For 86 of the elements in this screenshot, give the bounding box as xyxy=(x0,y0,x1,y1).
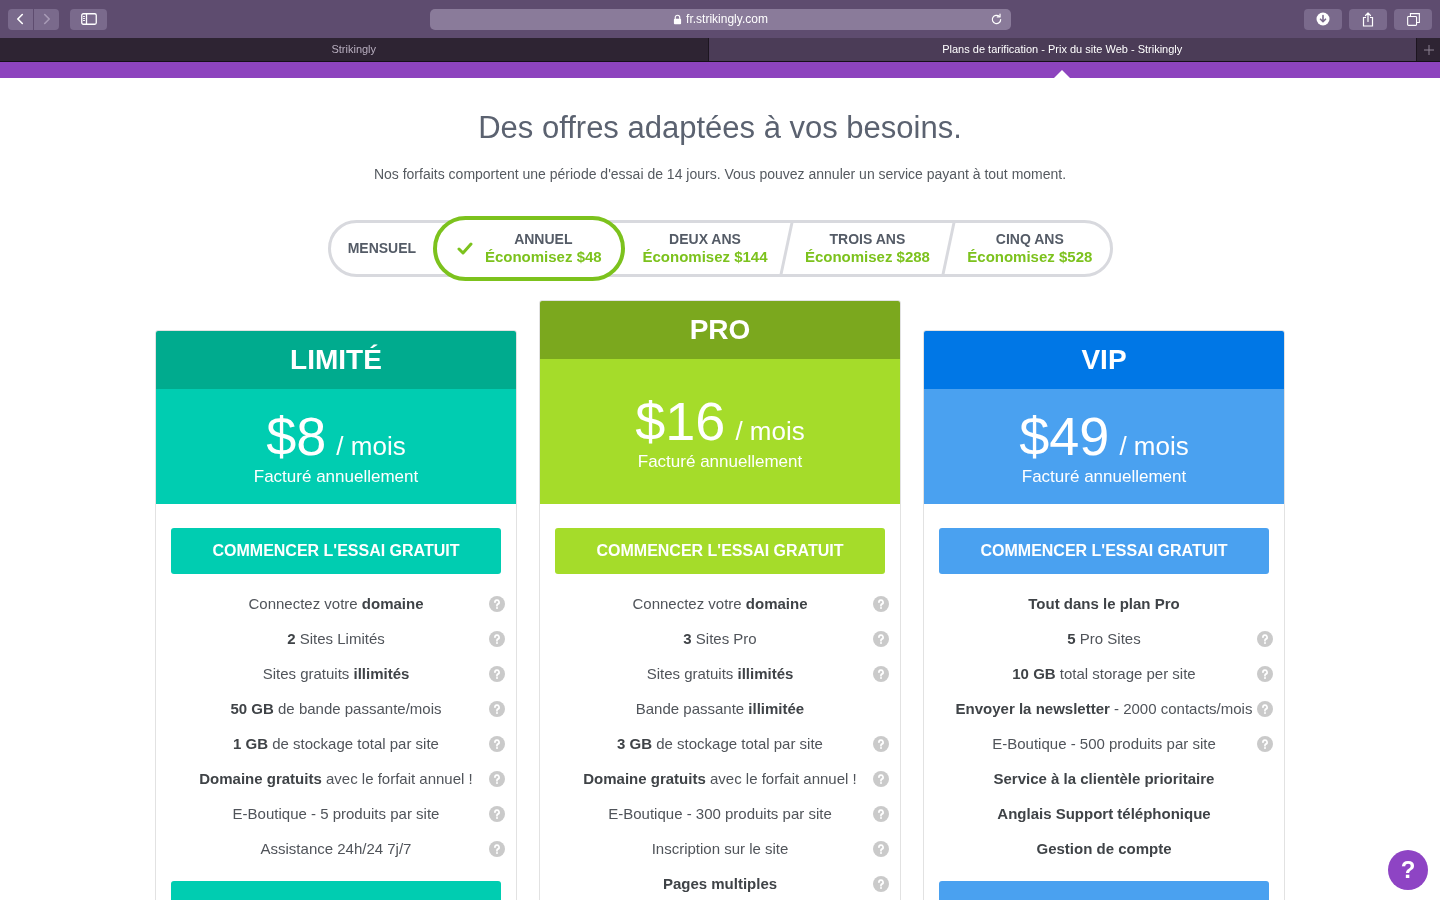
billing-period-tab[interactable]: MENSUEL xyxy=(330,223,434,274)
feature-text: Bande passante illimitée xyxy=(635,699,805,718)
billing-period-tab[interactable]: ANNUEL Économisez $48 xyxy=(433,216,626,281)
feature-text: E-Boutique - 300 produits par site xyxy=(608,804,832,823)
chevron-left-icon xyxy=(16,13,25,25)
help-icon[interactable] xyxy=(873,806,889,822)
help-icon[interactable] xyxy=(873,876,889,892)
forward-button[interactable] xyxy=(34,8,59,30)
help-icon[interactable] xyxy=(489,666,505,682)
address-bar[interactable]: fr.strikingly.com xyxy=(429,8,1011,30)
help-icon[interactable] xyxy=(873,771,889,787)
plan-title: PRO xyxy=(540,301,900,359)
help-icon[interactable] xyxy=(1257,736,1273,752)
price-unit: / mois xyxy=(336,430,406,461)
browser-tab[interactable]: Plans de tarification - Prix du site Web - Strikingly xyxy=(708,38,1416,61)
feature-text: Sites gratuits illimités xyxy=(646,664,794,683)
browser-tab[interactable]: Strikingly xyxy=(0,38,708,61)
page-subheading: Nos forfaits comportent une période d'essai de 14 jours. Vous pouvez annuler un service payant à tout moment. xyxy=(373,165,1067,184)
plan-title: VIP xyxy=(924,331,1284,389)
feature-text: Connectez votre domaine xyxy=(632,594,808,613)
check-icon xyxy=(456,242,473,255)
feature-text: 1 GB de stockage total par site xyxy=(233,734,439,753)
feature-text: 2 Sites Limités xyxy=(287,629,385,648)
feature-text: Domaine gratuits avec le forfait annuel ! xyxy=(199,769,473,788)
help-icon[interactable] xyxy=(489,806,505,822)
billing-period-tab[interactable]: CINQ ANS Économisez $528 xyxy=(950,223,1110,274)
price-amount: $8 xyxy=(266,405,327,466)
billing-note: Facturé annuellement xyxy=(1021,465,1187,488)
feature-text: Domaine gratuits avec le forfait annuel ! xyxy=(583,769,857,788)
feature-text: 50 GB de bande passante/mois xyxy=(230,699,442,718)
plus-icon xyxy=(1423,44,1434,55)
tabs-overview-button[interactable] xyxy=(1394,8,1432,30)
download-icon xyxy=(1316,12,1330,26)
feature-text: Envoyer la newsletter - 2000 contacts/mois xyxy=(955,699,1253,718)
help-icon[interactable] xyxy=(489,736,505,752)
tabs-icon xyxy=(1406,12,1420,26)
feature-text: Gestion de compte xyxy=(1036,839,1172,858)
billing-note: Facturé annuellement xyxy=(637,450,803,473)
share-button[interactable] xyxy=(1349,8,1387,30)
feature-text: Service à la clientèle prioritaire xyxy=(993,769,1215,788)
help-icon[interactable] xyxy=(1257,666,1273,682)
new-tab-button[interactable] xyxy=(1417,38,1440,61)
help-icon[interactable] xyxy=(489,631,505,647)
help-icon[interactable] xyxy=(873,666,889,682)
help-icon[interactable] xyxy=(1257,631,1273,647)
pointer-icon xyxy=(1054,70,1070,78)
feature-text: Connectez votre domaine xyxy=(248,594,424,613)
lock-icon xyxy=(673,13,683,25)
price-unit: / mois xyxy=(735,415,805,446)
feature-text: Tout dans le plan Pro xyxy=(1028,594,1180,613)
download-button[interactable] xyxy=(1304,8,1342,30)
feature-text: 10 GB total storage per site xyxy=(1012,664,1196,683)
back-button[interactable] xyxy=(8,8,33,30)
billing-period-tab[interactable]: TROIS ANS Économisez $288 xyxy=(787,223,948,274)
billing-note: Facturé annuellement xyxy=(253,465,419,488)
price-amount: $16 xyxy=(635,390,726,451)
chevron-right-icon xyxy=(42,13,51,25)
feature-text: Sites gratuits illimités xyxy=(262,664,410,683)
reload-icon[interactable] xyxy=(989,12,1003,26)
help-icon[interactable] xyxy=(873,841,889,857)
help-button[interactable]: ? xyxy=(1388,850,1428,890)
feature-text: 3 GB de stockage total par site xyxy=(617,734,823,753)
help-icon[interactable] xyxy=(873,631,889,647)
page-heading: Des offres adaptées à vos besoins. xyxy=(478,110,962,146)
help-icon[interactable] xyxy=(489,841,505,857)
help-icon[interactable] xyxy=(489,596,505,612)
sidebar-icon xyxy=(80,13,97,25)
feature-text: E-Boutique - 500 produits par site xyxy=(992,734,1216,753)
feature-text: Pages multiples xyxy=(662,874,778,893)
feature-text: E-Boutique - 5 produits par site xyxy=(232,804,440,823)
price-unit: / mois xyxy=(1119,430,1189,461)
feature-text: 3 Sites Pro xyxy=(683,629,757,648)
sidebar-button[interactable] xyxy=(70,8,107,30)
feature-text: Inscription sur le site xyxy=(651,839,789,858)
help-icon[interactable] xyxy=(873,596,889,612)
help-icon[interactable] xyxy=(489,771,505,787)
plan-title: LIMITÉ xyxy=(156,331,516,389)
feature-text: Anglais Support téléphonique xyxy=(997,804,1211,823)
billing-period-tab[interactable]: DEUX ANS Économisez $144 xyxy=(625,223,785,274)
help-icon[interactable] xyxy=(489,701,505,717)
share-icon xyxy=(1362,11,1374,27)
feature-text: 5 Pro Sites xyxy=(1067,629,1141,648)
help-icon[interactable] xyxy=(873,736,889,752)
feature-text: Assistance 24h/24 7j/7 xyxy=(260,839,412,858)
help-icon[interactable] xyxy=(1257,701,1273,717)
price-amount: $49 xyxy=(1019,405,1110,466)
